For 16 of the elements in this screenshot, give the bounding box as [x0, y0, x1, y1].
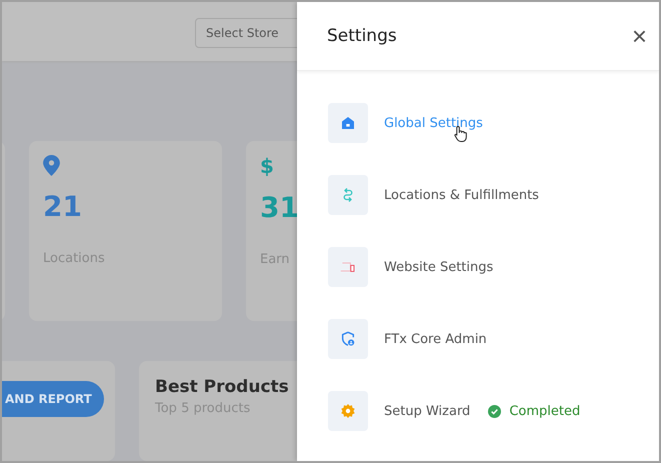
stat-value: 31 — [260, 191, 297, 224]
gear-icon — [340, 403, 356, 419]
settings-link[interactable]: Locations & Fulfillments — [384, 188, 539, 202]
check-circle-icon — [488, 404, 502, 418]
settings-link[interactable]: Website Settings — [384, 260, 494, 274]
settings-link[interactable]: FTx Core Admin — [384, 332, 487, 346]
settings-link[interactable]: Setup Wizard — [384, 404, 470, 418]
dollar-icon: $ — [260, 155, 297, 177]
close-button[interactable]: × — [628, 23, 651, 49]
stat-value: 21 — [43, 190, 83, 223]
home-icon — [340, 115, 356, 131]
panel-title: Settings — [327, 26, 397, 46]
card-title: Best Products — [155, 377, 290, 397]
select-store-dropdown[interactable]: Select Store — [195, 18, 297, 48]
status-text: Completed — [509, 404, 580, 418]
shield-user-icon — [340, 331, 356, 347]
